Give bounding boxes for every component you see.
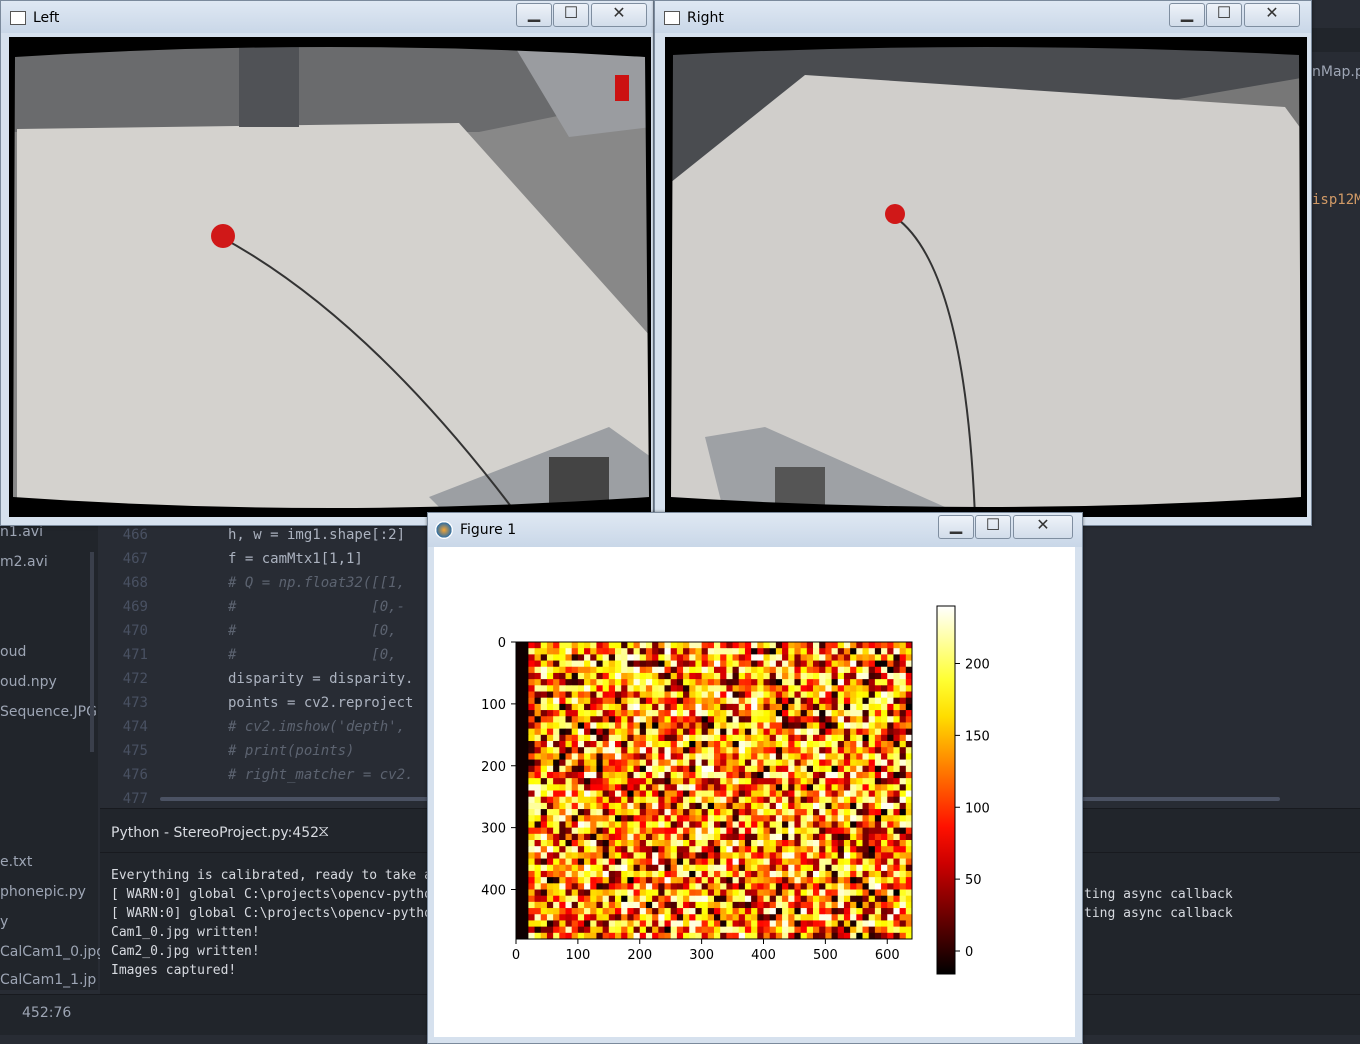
x-tick-label: 600 xyxy=(875,948,900,963)
close-button[interactable]: ✕ xyxy=(591,3,647,27)
tree-item[interactable]: Sequence.JPG xyxy=(0,704,97,720)
left-camera-image xyxy=(9,37,651,517)
minimize-button[interactable]: ▁ xyxy=(1169,3,1205,27)
x-tick-label: 200 xyxy=(627,948,652,963)
code-snippet-right: isp12M xyxy=(1312,192,1360,208)
console-line: ting async callback xyxy=(1084,887,1233,902)
tree-item[interactable]: phonepic.py xyxy=(0,884,86,900)
hourglass-icon: ⧖ xyxy=(318,823,330,840)
console-line: Cam1_0.jpg written! xyxy=(111,925,260,940)
console-line: [ WARN:0] global C:\projects\opencv-pyth… xyxy=(111,887,440,902)
tree-scrollbar[interactable] xyxy=(90,552,94,752)
minimize-button[interactable]: ▁ xyxy=(516,3,552,27)
code-line[interactable]: # print(points) xyxy=(228,743,354,759)
tree-item[interactable]: n1.avi xyxy=(0,524,43,540)
console-line: Cam2_0.jpg written! xyxy=(111,944,260,959)
line-number: 476 xyxy=(122,767,148,783)
code-line[interactable]: # [0,- xyxy=(228,599,405,615)
title-bar[interactable]: Right ▁ ☐ ✕ xyxy=(655,1,1311,33)
line-number: 471 xyxy=(122,647,148,663)
colorbar-tick-label: 0 xyxy=(965,945,973,960)
left-camera-window: Left ▁ ☐ ✕ xyxy=(0,0,654,526)
colorbar-tick-label: 100 xyxy=(965,801,990,816)
right-camera-view xyxy=(665,37,1307,517)
x-tick-label: 400 xyxy=(751,948,776,963)
tree-item[interactable]: oud.npy xyxy=(0,674,57,690)
code-line[interactable]: h, w = img1.shape[:2] xyxy=(228,527,405,543)
maximize-button[interactable]: ☐ xyxy=(553,3,589,27)
window-icon xyxy=(664,11,680,25)
x-tick-label: 500 xyxy=(813,948,838,963)
tree-item[interactable]: CalCam1_0.jpg xyxy=(0,944,105,960)
code-line[interactable]: # cv2.imshow('depth', xyxy=(228,719,405,735)
console-line: Images captured! xyxy=(111,963,237,978)
figure-window: Figure 1 ▁ ☐ ✕ 0 100 200 300 400 500 600 0 100 20… xyxy=(427,512,1083,1044)
console-line: [ WARN:0] global C:\projects\opencv-pyth… xyxy=(111,906,440,921)
colorbar-tick-label: 200 xyxy=(965,658,990,673)
line-number: 475 xyxy=(122,743,148,759)
x-tick-label: 100 xyxy=(565,948,590,963)
window-title: Left xyxy=(33,10,60,26)
code-line[interactable]: # [0, xyxy=(228,623,397,639)
y-tick-label: 100 xyxy=(481,698,506,713)
line-number: 468 xyxy=(122,575,148,591)
maximize-button[interactable]: ☐ xyxy=(1206,3,1242,27)
tree-item[interactable]: e.txt xyxy=(0,854,32,870)
line-number: 469 xyxy=(122,599,148,615)
left-camera-view xyxy=(9,37,651,517)
colorbar-tick-label: 50 xyxy=(965,873,982,888)
colorbar-tick-label: 150 xyxy=(965,729,990,744)
cursor-position[interactable]: 452:76 xyxy=(22,1005,71,1021)
tab-file[interactable]: nMap.p xyxy=(1312,64,1360,80)
console-line: ting async callback xyxy=(1084,906,1233,921)
title-bar[interactable]: Figure 1 ▁ ☐ ✕ xyxy=(428,513,1082,547)
tree-item[interactable]: y xyxy=(0,914,8,930)
line-number: 467 xyxy=(122,551,148,567)
title-bar[interactable]: Left ▁ ☐ ✕ xyxy=(1,1,653,33)
editor-top-strip xyxy=(1310,28,1360,52)
window-title: Figure 1 xyxy=(460,522,517,538)
disparity-heatmap-chart: 0 100 200 300 400 500 600 0 100 200 300 400 0 50 100 15… xyxy=(481,605,990,975)
right-camera-window: Right ▁ ☐ ✕ xyxy=(654,0,1312,526)
line-number: 466 xyxy=(122,527,148,543)
console-title: Python - StereoProject.py:452 xyxy=(111,825,320,841)
heatmap-image xyxy=(516,642,913,940)
code-line[interactable]: # [0, xyxy=(228,647,397,663)
line-number: 477 xyxy=(122,791,148,807)
tree-item[interactable]: m2.avi xyxy=(0,554,48,570)
code-line[interactable]: f = camMtx1[1,1] xyxy=(228,551,363,567)
tree-item[interactable]: CalCam1_1.jp xyxy=(0,972,96,988)
y-tick-label: 200 xyxy=(481,760,506,775)
matplotlib-icon xyxy=(435,521,453,539)
right-camera-image xyxy=(665,37,1307,517)
x-tick-label: 0 xyxy=(512,948,520,963)
code-line[interactable]: # Q = np.float32([[1, xyxy=(228,575,405,591)
y-tick-label: 0 xyxy=(498,636,506,651)
code-line[interactable]: points = cv2.reproject xyxy=(228,695,413,711)
console-line: Everything is calibrated, ready to take … xyxy=(111,868,440,883)
line-number: 474 xyxy=(122,719,148,735)
window-icon xyxy=(10,11,26,25)
tree-item[interactable]: oud xyxy=(0,644,26,660)
close-button[interactable]: ✕ xyxy=(1244,3,1300,27)
close-button[interactable]: ✕ xyxy=(1013,515,1073,539)
y-tick-label: 400 xyxy=(481,884,506,899)
window-title: Right xyxy=(687,10,724,26)
colorbar xyxy=(936,605,956,975)
tree-view xyxy=(0,520,98,990)
line-number: 470 xyxy=(122,623,148,639)
code-line[interactable]: disparity = disparity. xyxy=(228,671,413,687)
code-line[interactable]: # right_matcher = cv2. xyxy=(228,767,413,783)
minimize-button[interactable]: ▁ xyxy=(938,515,974,539)
x-tick-label: 300 xyxy=(689,948,714,963)
line-number: 472 xyxy=(122,671,148,687)
figure-canvas: 0 100 200 300 400 500 600 0 100 200 300 400 0 50 100 15… xyxy=(434,547,1075,1037)
y-tick-label: 300 xyxy=(481,822,506,837)
line-number: 473 xyxy=(122,695,148,711)
maximize-button[interactable]: ☐ xyxy=(975,515,1011,539)
